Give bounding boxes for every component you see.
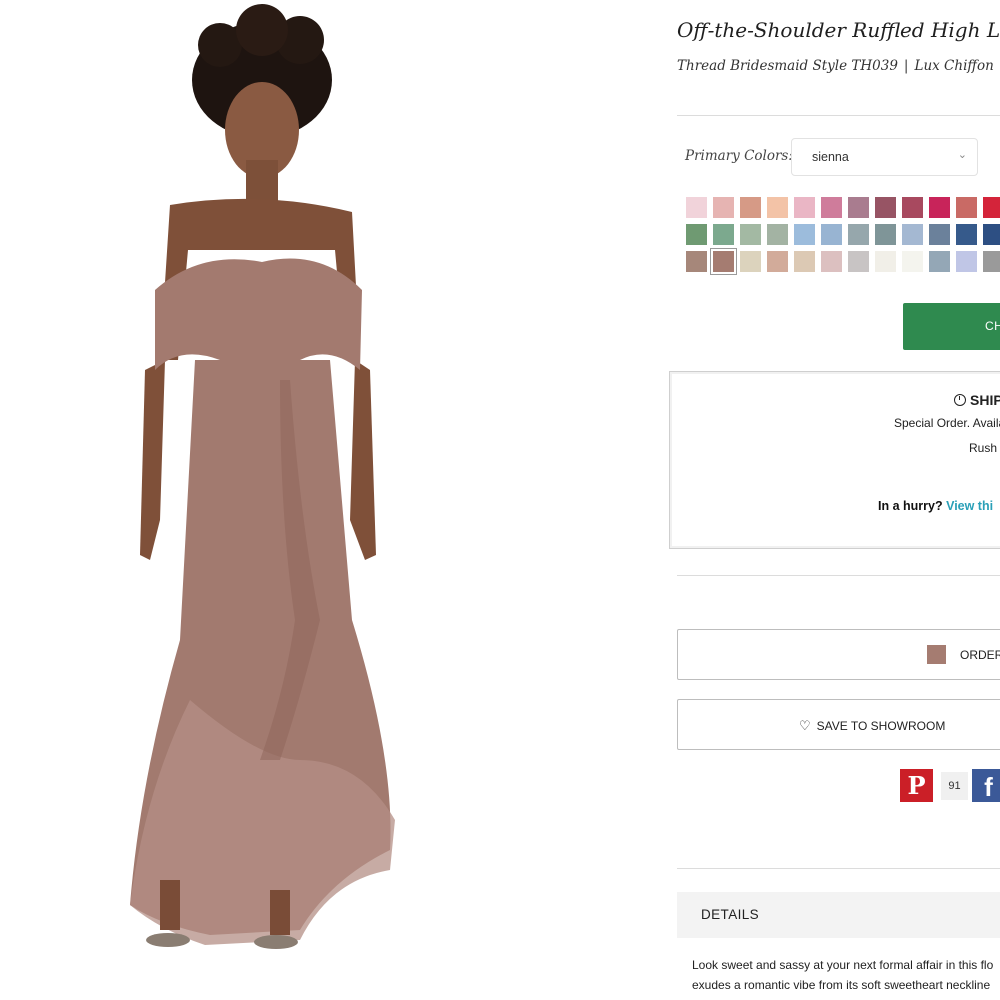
primary-cta-label: CH [985, 319, 1000, 333]
description-line: exudes a romantic vibe from its soft swe… [692, 978, 991, 992]
color-swatch[interactable] [983, 197, 1000, 218]
color-swatch[interactable] [686, 251, 707, 272]
shipping-rush: Rush c [969, 441, 1000, 455]
clock-icon [954, 394, 966, 406]
dress-model-photo-icon [130, 4, 395, 949]
subtitle-separator: | [903, 58, 909, 74]
chevron-down-icon: ⌄ [957, 149, 967, 161]
color-swatch[interactable] [686, 224, 707, 245]
style-number: Thread Bridesmaid Style TH039 [677, 58, 898, 74]
shipping-availability: Special Order. Availa [894, 416, 1000, 430]
save-label-text: SAVE TO SHOWROOM [816, 719, 946, 733]
heart-icon: ♡ [799, 718, 811, 733]
color-swatch[interactable] [956, 197, 977, 218]
color-swatch[interactable] [902, 224, 923, 245]
fabric-name: Lux Chiffon [914, 58, 994, 74]
color-swatch[interactable] [929, 197, 950, 218]
color-swatch[interactable] [740, 197, 761, 218]
hurry-prefix: In a hurry? [878, 499, 943, 513]
divider [677, 115, 1000, 116]
color-swatch[interactable] [875, 224, 896, 245]
product-photo[interactable] [0, 0, 560, 1000]
color-select-dropdown[interactable]: sienna ⌄ [791, 138, 978, 176]
color-swatch[interactable] [767, 251, 788, 272]
shipping-title-text: SHIP [970, 392, 1000, 408]
swatch-row [686, 224, 1000, 245]
color-swatch[interactable] [794, 197, 815, 218]
color-swatch[interactable] [983, 224, 1000, 245]
color-swatch[interactable] [848, 197, 869, 218]
color-swatch[interactable] [929, 224, 950, 245]
color-swatch[interactable] [713, 224, 734, 245]
color-swatch[interactable] [794, 224, 815, 245]
swatch-row [686, 248, 1000, 275]
order-swatch-color [927, 645, 946, 664]
save-to-showroom-button[interactable]: ♡ SAVE TO SHOWROOM [677, 699, 1000, 750]
color-swatch[interactable] [902, 251, 923, 272]
pinterest-count: 91 [941, 772, 968, 800]
order-swatch-label: ORDER [960, 648, 1000, 662]
color-select-value: sienna [812, 150, 849, 164]
product-subtitle: Thread Bridesmaid Style TH039 | Lux Chiffo… [677, 58, 994, 74]
swatch-row [686, 197, 1000, 218]
color-swatch[interactable] [821, 224, 842, 245]
color-swatch[interactable] [848, 251, 869, 272]
color-swatch[interactable] [686, 197, 707, 218]
shipping-info-box: SHIP Special Order. Availa Rush c In a h… [669, 371, 1000, 549]
details-accordion-header[interactable]: DETAILS [677, 892, 1000, 938]
color-swatch[interactable] [713, 197, 734, 218]
view-this-link[interactable]: View thi [946, 499, 993, 513]
shipping-title: SHIP [954, 392, 1000, 408]
product-description: Look sweet and sassy at your next formal… [692, 955, 1000, 995]
color-swatch[interactable] [740, 251, 761, 272]
color-swatch[interactable] [875, 251, 896, 272]
color-swatch[interactable] [902, 197, 923, 218]
color-swatch[interactable] [929, 251, 950, 272]
color-swatch[interactable] [983, 251, 1000, 272]
hurry-line: In a hurry? View thi [878, 499, 993, 513]
product-title: Off-the-Shoulder Ruffled High Low M [677, 18, 1000, 42]
details-label: DETAILS [701, 907, 760, 922]
description-line: Look sweet and sassy at your next formal… [692, 958, 994, 972]
divider [677, 868, 1000, 869]
primary-cta-button[interactable]: CH [903, 303, 1000, 350]
color-swatch[interactable] [821, 251, 842, 272]
order-swatch-button[interactable]: ORDER [677, 629, 1000, 680]
color-swatch-grid [686, 197, 1000, 278]
color-swatch[interactable] [875, 197, 896, 218]
color-swatch[interactable] [956, 224, 977, 245]
color-swatch[interactable] [767, 197, 788, 218]
divider [677, 575, 1000, 576]
color-swatch[interactable] [848, 224, 869, 245]
color-swatch[interactable] [740, 224, 761, 245]
color-swatch[interactable] [767, 224, 788, 245]
primary-colors-label: Primary Colors: [685, 148, 793, 164]
pinterest-icon[interactable]: P [900, 769, 933, 802]
color-swatch[interactable] [710, 248, 737, 275]
color-swatch[interactable] [821, 197, 842, 218]
save-label: ♡ SAVE TO SHOWROOM [799, 718, 945, 734]
color-swatch[interactable] [956, 251, 977, 272]
facebook-icon[interactable]: f [972, 769, 1000, 802]
product-info-panel: Off-the-Shoulder Ruffled High Low M Thre… [668, 0, 1000, 1000]
color-swatch[interactable] [794, 251, 815, 272]
